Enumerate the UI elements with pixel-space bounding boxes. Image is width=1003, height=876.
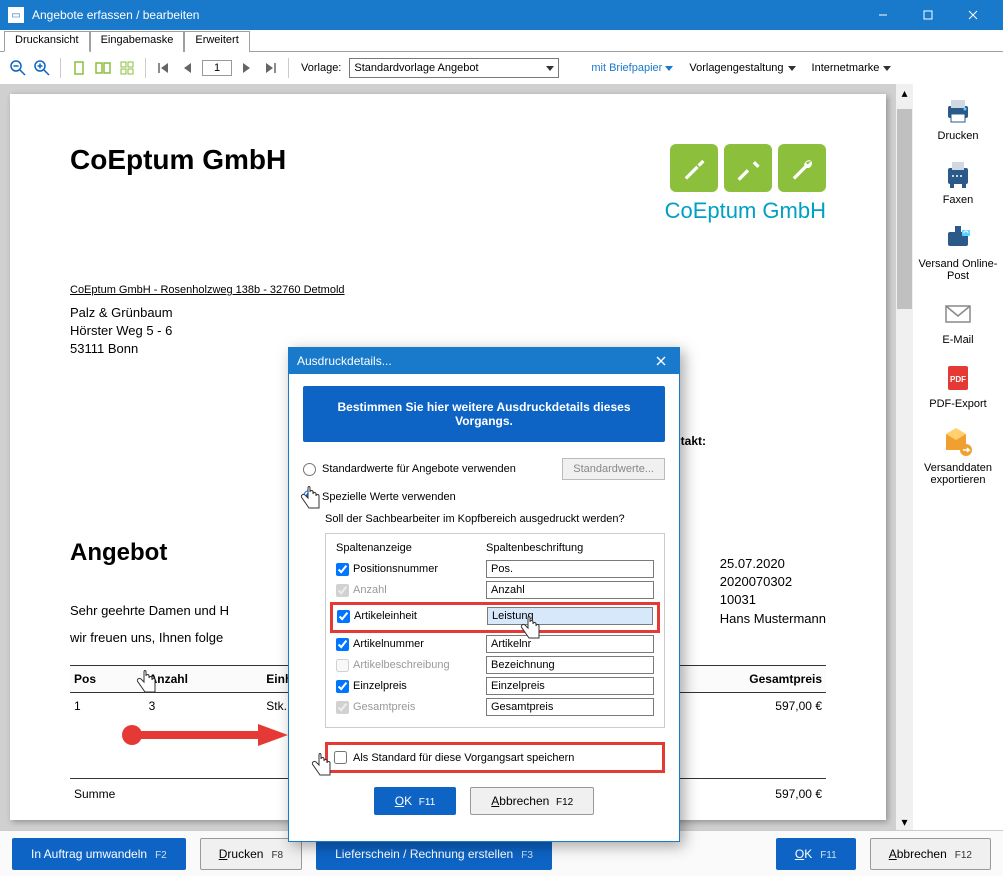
- company-name: CoEptum GmbH: [70, 144, 286, 176]
- radio-default-label: Standardwerte für Angebote verwenden: [322, 463, 516, 475]
- layout-design-menu[interactable]: Vorlagengestaltung: [689, 62, 795, 74]
- action-online-post[interactable]: Versand Online-Post: [917, 222, 999, 282]
- radio-default-values[interactable]: [303, 463, 316, 476]
- logo-text: CoEptum GmbH: [665, 198, 826, 224]
- toolbar: Vorlage: Standardvorlage Angebot mit Bri…: [0, 52, 1003, 84]
- tabs-row: Druckansicht Eingabemaske Erweitert: [0, 30, 1003, 52]
- page-number-input[interactable]: [202, 60, 232, 76]
- template-value: Standardvorlage Angebot: [354, 62, 478, 74]
- tab-advanced[interactable]: Erweitert: [184, 31, 249, 52]
- titlebar: ▭ Angebote erfassen / bearbeiten: [0, 0, 1003, 30]
- action-fax[interactable]: Faxen: [942, 158, 974, 206]
- dialog-cancel-button[interactable]: Abbrechen F12: [470, 787, 594, 815]
- radio-special-values[interactable]: [303, 490, 316, 503]
- save-as-default-label: Als Standard für diese Vorgangsart speic…: [353, 752, 574, 764]
- txt-artikeleinheit[interactable]: [487, 607, 653, 625]
- company-logo: CoEptum GmbH: [665, 144, 826, 224]
- scroll-down-icon[interactable]: ▾: [896, 813, 913, 830]
- zoom-in-icon[interactable]: [32, 58, 52, 78]
- txt-posnum[interactable]: [486, 560, 654, 578]
- clerk-print-question: Soll der Sachbearbeiter im Kopfbereich a…: [325, 513, 665, 525]
- columns-config-box: Spaltenanzeige Spaltenbeschriftung Posit…: [325, 533, 665, 728]
- annotation-arrow: [120, 720, 290, 750]
- tab-input-mask[interactable]: Eingabemaske: [90, 31, 185, 52]
- first-page-icon[interactable]: [154, 58, 174, 78]
- maximize-button[interactable]: [905, 0, 950, 30]
- chk-einzelpreis[interactable]: [336, 680, 349, 693]
- delivery-invoice-button[interactable]: Lieferschein / Rechnung erstellenF3: [316, 838, 552, 870]
- col-label-header: Spaltenbeschriftung: [486, 542, 583, 554]
- vertical-scrollbar[interactable]: ▴ ▾: [896, 84, 913, 830]
- txt-artikelbeschreibung[interactable]: [486, 656, 654, 674]
- txt-artikelnummer[interactable]: [486, 635, 654, 653]
- minimize-button[interactable]: [860, 0, 905, 30]
- chk-artikelbeschreibung: [336, 659, 349, 672]
- page-single-icon[interactable]: [69, 58, 89, 78]
- chk-gesamtpreis: [336, 701, 349, 714]
- actions-sidebar: Drucken Faxen Versand Online-Post E-Mail…: [913, 84, 1003, 830]
- prev-page-icon[interactable]: [178, 58, 198, 78]
- txt-gesamtpreis[interactable]: [486, 698, 654, 716]
- app-icon: ▭: [8, 7, 24, 23]
- chk-anzahl: [336, 584, 349, 597]
- action-export-shipping[interactable]: Versanddaten exportieren: [917, 426, 999, 486]
- print-details-dialog: Ausdruckdetails... Bestimmen Sie hier we…: [288, 347, 680, 842]
- document-meta: 25.07.2020 2020070302 10031 Hans Musterm…: [720, 555, 826, 628]
- page-multi-icon[interactable]: [117, 58, 137, 78]
- sender-line: CoEptum GmbH - Rosenholzweg 138b - 32760…: [70, 284, 826, 296]
- chk-posnum[interactable]: [336, 563, 349, 576]
- col-display-header: Spaltenanzeige: [336, 542, 486, 554]
- close-button[interactable]: [950, 0, 995, 30]
- th-pos: Pos: [70, 665, 145, 692]
- th-anzahl: Anzahl: [145, 665, 263, 692]
- scroll-up-icon[interactable]: ▴: [896, 84, 913, 101]
- txt-einzelpreis[interactable]: [486, 677, 654, 695]
- scrollbar-thumb[interactable]: [897, 109, 912, 309]
- chevron-down-icon: [546, 66, 554, 71]
- logo-hammer-icon: [724, 144, 772, 192]
- chk-artikeleinheit[interactable]: [337, 610, 350, 623]
- action-print[interactable]: Drucken: [938, 94, 979, 142]
- template-label: Vorlage:: [301, 62, 341, 74]
- zoom-out-icon[interactable]: [8, 58, 28, 78]
- action-pdf-export[interactable]: PDF PDF-Export: [929, 362, 986, 410]
- tab-print-view[interactable]: Druckansicht: [4, 31, 90, 52]
- window-title: Angebote erfassen / bearbeiten: [32, 8, 860, 22]
- dialog-ok-button[interactable]: OK F11: [374, 787, 457, 815]
- radio-special-label: Spezielle Werte verwenden: [322, 491, 456, 503]
- convert-to-order-button[interactable]: In Auftrag umwandelnF2: [12, 838, 186, 870]
- highlight-save-as-default: Als Standard für diese Vorgangsart speic…: [325, 742, 665, 773]
- svg-text:PDF: PDF: [950, 375, 966, 384]
- dialog-titlebar: Ausdruckdetails...: [289, 348, 679, 374]
- template-select[interactable]: Standardvorlage Angebot: [349, 58, 559, 78]
- standard-values-button: Standardwerte...: [562, 458, 665, 480]
- internet-stamp-menu[interactable]: Internetmarke: [812, 62, 892, 74]
- last-page-icon[interactable]: [260, 58, 280, 78]
- page-facing-icon[interactable]: [93, 58, 113, 78]
- logo-screwdriver-icon: [670, 144, 718, 192]
- letterhead-toggle[interactable]: mit Briefpapier: [591, 62, 673, 74]
- highlight-artikeleinheit: Artikeleinheit: [330, 602, 660, 633]
- logo-wrench-icon: [778, 144, 826, 192]
- chk-save-as-default[interactable]: [334, 751, 347, 764]
- chk-artikelnummer[interactable]: [336, 638, 349, 651]
- ok-button[interactable]: OKF11: [776, 838, 856, 870]
- cancel-button[interactable]: AbbrechenF12: [870, 838, 991, 870]
- action-email[interactable]: E-Mail: [942, 298, 974, 346]
- dialog-info-banner: Bestimmen Sie hier weitere Ausdruckdetai…: [303, 386, 665, 442]
- dialog-title-text: Ausdruckdetails...: [297, 354, 392, 368]
- dialog-close-button[interactable]: [651, 351, 671, 371]
- txt-anzahl[interactable]: [486, 581, 654, 599]
- print-button[interactable]: DruckenF8: [200, 838, 302, 870]
- next-page-icon[interactable]: [236, 58, 256, 78]
